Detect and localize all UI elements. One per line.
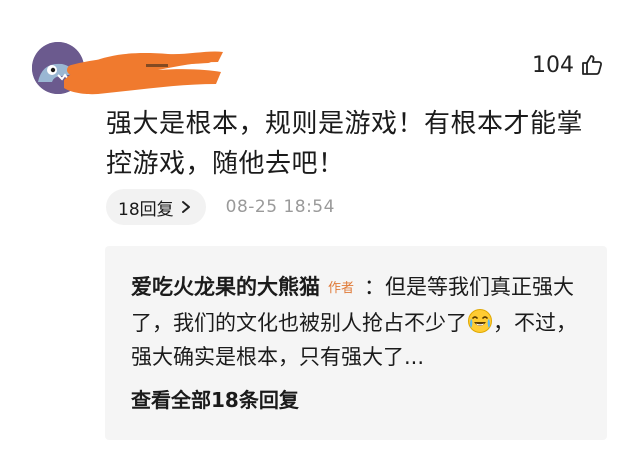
comment-timestamp: 08-25 18:54 [225,197,335,217]
view-all-replies-link[interactable]: 查看全部18条回复 [131,384,299,413]
author-tag-badge: 作者 [328,281,355,296]
like-count: 104 [532,52,574,78]
reply-author-name[interactable]: 爱吃火龙果的大熊猫 [131,275,320,299]
view-replies-button[interactable]: 18回复 [106,189,206,225]
comment-text: 强大是根本，规则是游戏！有根本才能掌控游戏，随他去吧！ [106,109,584,179]
thumbs-up-icon [582,55,603,75]
like-button[interactable]: 104 [532,50,604,80]
reply-content: 爱吃火龙果的大熊猫 作者 ：但是等我们真正强大了，我们的文化也被别人抢占不少了 ，不… [131,270,591,374]
crying-laughing-emoji [468,309,492,333]
username-redaction [64,51,223,95]
comment-meta: 18回复 08-25 18:54 [106,189,335,225]
chevron-right-icon [181,201,190,213]
reply-preview[interactable]: 爱吃火龙果的大熊猫 作者 ：但是等我们真正强大了，我们的文化也被别人抢占不少了 ，不… [105,246,607,440]
reply-count-label: 18回复 [118,199,174,220]
